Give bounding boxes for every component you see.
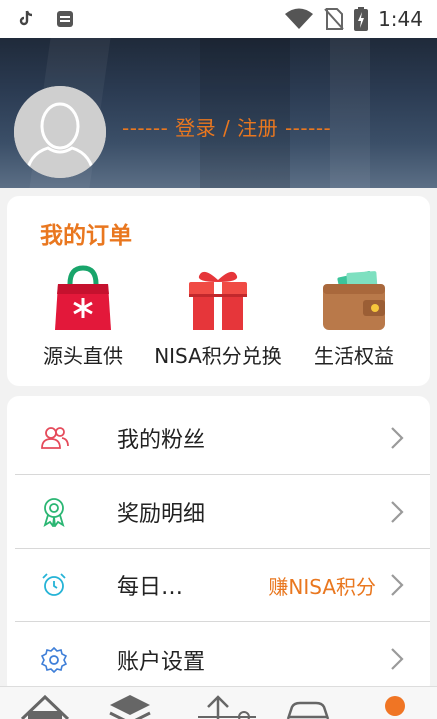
menu-item-label: 每日… bbox=[117, 575, 184, 600]
order-item-source-supply[interactable]: 源头直供 bbox=[13, 264, 153, 370]
earn-points-badge: 赚NISA积分 bbox=[268, 574, 376, 599]
menu-item-reward-details[interactable]: 奖励明细 bbox=[15, 476, 430, 549]
order-item-label: 生活权益 bbox=[314, 344, 394, 368]
orders-title: 我的订单 bbox=[40, 223, 132, 249]
fans-icon bbox=[41, 426, 93, 450]
tiktok-icon bbox=[18, 10, 34, 28]
menu-item-label: 我的粉丝 bbox=[117, 428, 206, 453]
no-sim-icon bbox=[324, 8, 344, 30]
menu-item-daily-task[interactable]: 每日… 赚NISA积分 bbox=[15, 549, 430, 622]
layers-icon[interactable] bbox=[108, 693, 152, 719]
share-icon[interactable] bbox=[196, 693, 262, 719]
wallet-icon bbox=[284, 264, 424, 334]
order-item-life-benefits[interactable]: 生活权益 bbox=[284, 264, 424, 370]
order-item-nisa-redeem[interactable]: NISA积分兑换 bbox=[148, 264, 288, 370]
car-icon[interactable] bbox=[284, 693, 332, 719]
shopping-bag-icon bbox=[13, 264, 153, 334]
my-orders-card: 我的订单 源头直供 NISA积分兑换 生活权益 bbox=[7, 196, 430, 386]
profile-header: ------ 登录 / 注册 ------ bbox=[0, 38, 437, 188]
chevron-right-icon bbox=[390, 647, 404, 675]
menu-item-label: 奖励明细 bbox=[117, 502, 206, 527]
chevron-right-icon bbox=[390, 573, 404, 601]
order-item-label: 源头直供 bbox=[43, 344, 123, 368]
menu-item-label: 账户设置 bbox=[117, 649, 206, 675]
profile-dot-icon[interactable] bbox=[384, 695, 406, 719]
status-time: 1:44 bbox=[378, 7, 423, 31]
gift-box-icon bbox=[148, 264, 288, 334]
wifi-icon bbox=[284, 8, 314, 30]
status-bar: 1:44 bbox=[0, 0, 437, 38]
app-icon bbox=[56, 10, 74, 28]
menu-item-my-fans[interactable]: 我的粉丝 bbox=[15, 402, 430, 475]
order-item-label: NISA积分兑换 bbox=[154, 344, 282, 368]
award-icon bbox=[41, 497, 93, 527]
login-register-link[interactable]: ------ 登录 / 注册 ------ bbox=[122, 112, 331, 141]
battery-charging-icon bbox=[354, 7, 369, 31]
menu-list: 我的粉丝 奖励明细 每日… 赚NISA积分 账户设置 bbox=[7, 396, 430, 696]
default-avatar-icon[interactable] bbox=[14, 86, 106, 178]
bottom-navigation bbox=[0, 686, 437, 719]
settings-icon bbox=[41, 646, 93, 673]
alarm-clock-icon bbox=[41, 572, 93, 598]
chevron-right-icon bbox=[390, 500, 404, 528]
home-icon[interactable] bbox=[20, 693, 70, 719]
chevron-right-icon bbox=[390, 426, 404, 454]
